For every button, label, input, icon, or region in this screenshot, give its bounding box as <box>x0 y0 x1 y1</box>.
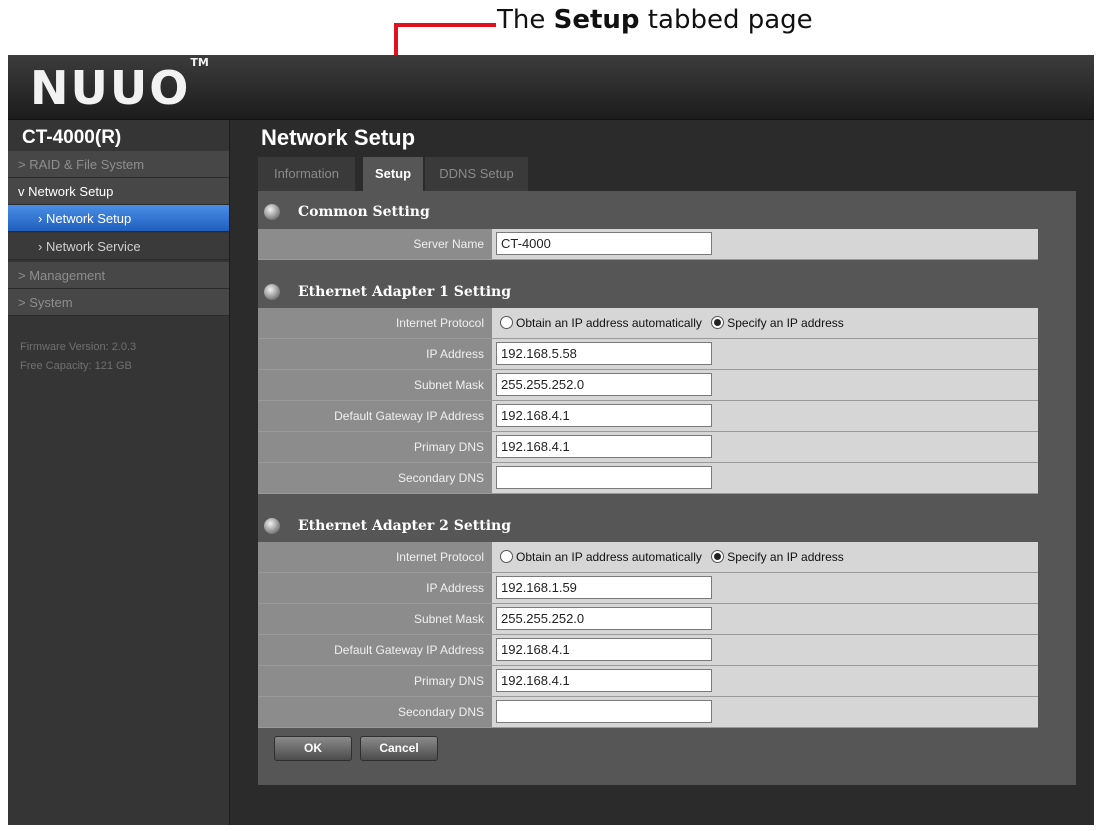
server-name-row: Server Name CT-4000 <box>258 229 1038 260</box>
eth2-gateway-row: Default Gateway IP Address 192.168.4.1 <box>258 635 1038 666</box>
section-ethernet-1: Ethernet Adapter 1 Setting <box>298 284 512 300</box>
chevron-down-icon: v <box>18 184 25 199</box>
eth1-radio-auto[interactable] <box>500 316 513 329</box>
device-name: CT-4000(R) <box>22 127 122 148</box>
eth1-dns2-label: Secondary DNS <box>258 463 492 493</box>
eth2-dns2-input[interactable] <box>496 700 712 723</box>
sidebar-item-label: RAID & File System <box>29 157 145 172</box>
eth2-radio-auto-label: Obtain an IP address automatically <box>516 550 702 564</box>
sidebar: CT-4000(R) > RAID & File System v Networ… <box>8 120 230 825</box>
section-ethernet-2: Ethernet Adapter 2 Setting <box>298 518 512 534</box>
eth1-ip-row: IP Address 192.168.5.58 <box>258 339 1038 370</box>
app-header: NUUOTM <box>8 55 1094 120</box>
eth2-mask-label: Subnet Mask <box>258 604 492 634</box>
eth1-gateway-label: Default Gateway IP Address <box>258 401 492 431</box>
eth2-protocol-row: Internet Protocol Obtain an IP address a… <box>258 542 1038 573</box>
free-capacity: Free Capacity: 121 GB <box>20 360 132 372</box>
ok-button[interactable]: OK <box>274 736 352 761</box>
sidebar-item-system[interactable]: > System <box>8 289 229 316</box>
chevron-right-icon: > <box>18 268 26 283</box>
eth1-mask-row: Subnet Mask 255.255.252.0 <box>258 370 1038 401</box>
sidebar-item-management[interactable]: > Management <box>8 262 229 289</box>
eth2-protocol-options: Obtain an IP address automatically Speci… <box>500 542 850 572</box>
eth1-dns2-input[interactable] <box>496 466 712 489</box>
chevron-right-icon: › <box>38 239 43 254</box>
sidebar-item-network-setup[interactable]: › Network Setup <box>8 205 229 232</box>
eth1-protocol-label: Internet Protocol <box>258 308 492 338</box>
eth1-radio-manual-label: Specify an IP address <box>727 316 844 330</box>
eth1-dns2-row: Secondary DNS <box>258 463 1038 494</box>
eth1-protocol-row: Internet Protocol Obtain an IP address a… <box>258 308 1038 339</box>
sidebar-item-label: Network Setup <box>28 184 114 199</box>
eth2-protocol-label: Internet Protocol <box>258 542 492 572</box>
eth1-ip-label: IP Address <box>258 339 492 369</box>
section-common-setting: Common Setting <box>298 204 430 220</box>
sidebar-item-network-setup-group[interactable]: v Network Setup <box>8 178 229 205</box>
sidebar-item-raid-file-system[interactable]: > RAID & File System <box>8 151 229 178</box>
sidebar-item-label: Network Setup <box>45 211 132 226</box>
chevron-right-icon: > <box>18 295 26 310</box>
sidebar-item-label: System <box>29 295 73 310</box>
tab-information[interactable]: Information <box>258 157 355 191</box>
sidebar-item-label: Management <box>29 268 106 283</box>
eth1-dns1-label: Primary DNS <box>258 432 492 462</box>
eth2-mask-input[interactable]: 255.255.252.0 <box>496 607 712 630</box>
eth2-gateway-label: Default Gateway IP Address <box>258 635 492 665</box>
page-title: Network Setup <box>261 125 416 150</box>
tab-setup[interactable]: Setup <box>363 157 423 191</box>
eth1-radio-manual[interactable] <box>711 316 725 329</box>
eth2-radio-manual[interactable] <box>711 550 725 563</box>
tab-ddns-setup[interactable]: DDNS Setup <box>425 157 528 191</box>
cancel-button[interactable]: Cancel <box>360 736 438 761</box>
annotation-arrow-horizontal <box>394 23 496 27</box>
eth1-mask-label: Subnet Mask <box>258 370 492 400</box>
eth2-ip-input[interactable]: 192.168.1.59 <box>496 576 712 599</box>
firmware-version: Firmware Version: 2.0.3 <box>20 341 137 353</box>
eth2-mask-row: Subnet Mask 255.255.252.0 <box>258 604 1038 635</box>
eth1-radio-auto-label: Obtain an IP address automatically <box>516 316 702 330</box>
eth1-dns1-input[interactable]: 192.168.4.1 <box>496 435 712 458</box>
sidebar-item-label: Network Service <box>45 239 141 254</box>
sidebar-item-network-service[interactable]: › Network Service <box>8 233 229 260</box>
eth1-ip-input[interactable]: 192.168.5.58 <box>496 342 712 365</box>
eth2-ip-label: IP Address <box>258 573 492 603</box>
server-name-label: Server Name <box>258 229 492 259</box>
eth1-mask-input[interactable]: 255.255.252.0 <box>496 373 712 396</box>
chevron-right-icon: > <box>18 157 26 172</box>
annotation-caption: The Setup tabbed page <box>497 5 813 35</box>
eth2-dns1-input[interactable]: 192.168.4.1 <box>496 669 712 692</box>
eth2-dns1-label: Primary DNS <box>258 666 492 696</box>
chevron-right-icon: › <box>38 211 43 226</box>
nuuo-logo: NUUOTM <box>30 55 209 115</box>
eth1-dns1-row: Primary DNS 192.168.4.1 <box>258 432 1038 463</box>
eth2-dns2-label: Secondary DNS <box>258 697 492 727</box>
section-bullet-icon <box>264 204 280 220</box>
eth2-radio-auto[interactable] <box>500 550 513 563</box>
eth1-protocol-options: Obtain an IP address automatically Speci… <box>500 308 850 338</box>
eth1-gateway-input[interactable]: 192.168.4.1 <box>496 404 712 427</box>
section-bullet-icon <box>264 284 280 300</box>
eth2-gateway-input[interactable]: 192.168.4.1 <box>496 638 712 661</box>
eth2-dns2-row: Secondary DNS <box>258 697 1038 728</box>
eth2-ip-row: IP Address 192.168.1.59 <box>258 573 1038 604</box>
eth2-dns1-row: Primary DNS 192.168.4.1 <box>258 666 1038 697</box>
server-name-input[interactable]: CT-4000 <box>496 232 712 255</box>
eth1-gateway-row: Default Gateway IP Address 192.168.4.1 <box>258 401 1038 432</box>
eth2-radio-manual-label: Specify an IP address <box>727 550 844 564</box>
section-bullet-icon <box>264 518 280 534</box>
